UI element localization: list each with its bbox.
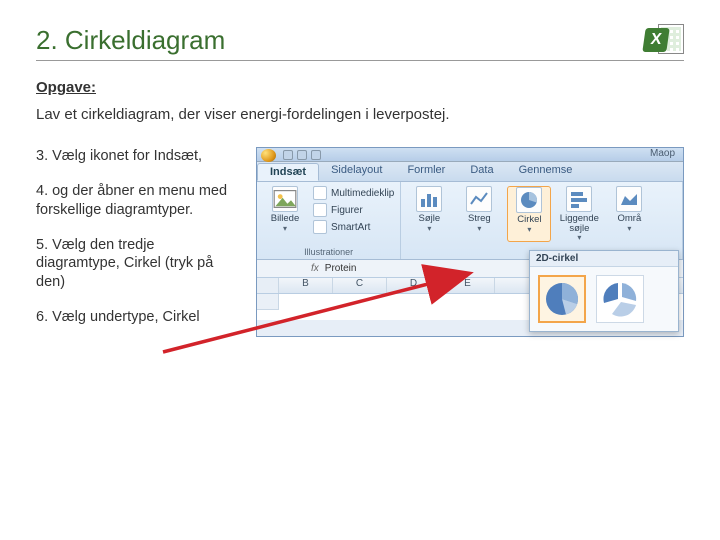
column-chart-icon (416, 186, 442, 212)
line-chart-icon (466, 186, 492, 212)
shapes-icon (313, 203, 327, 217)
excel-screenshot: Maop Indsæt Sidelayout Formler Data Genn… (256, 147, 684, 337)
step-3: 3. Vælg ikonet for Indsæt, (36, 147, 236, 166)
btn-smartart[interactable]: SmartArt (313, 220, 394, 234)
picture-icon (272, 186, 298, 212)
step-5: 5. Vælg den tredje diagramtype, Cirkel (… (36, 236, 236, 293)
gallery-header: 2D-cirkel (530, 251, 678, 267)
row-header[interactable] (257, 294, 279, 310)
pie-subtype-exploded[interactable] (596, 275, 644, 323)
btn-chart-omrade[interactable]: Områ▾ (607, 186, 651, 242)
group-charts: Søjle▾ Streg▾ Cirkel▾ Liggende søjl (401, 182, 683, 259)
btn-chart-sojle[interactable]: Søjle▾ (407, 186, 451, 242)
smartart-icon (313, 220, 327, 234)
formula-value[interactable]: Protein (325, 263, 357, 274)
btn-multimedieklip[interactable]: Multimedieklip (313, 186, 394, 200)
btn-billede[interactable]: Billede ▾ (263, 186, 307, 234)
btn-chart-streg[interactable]: Streg▾ (457, 186, 501, 242)
chevron-down-icon: ▾ (283, 224, 287, 233)
tab-data[interactable]: Data (458, 162, 506, 181)
bar-chart-icon (566, 186, 592, 212)
step-4: 4. og der åbner en menu med forskellige … (36, 182, 236, 220)
pie-subtype-cirkel[interactable] (538, 275, 586, 323)
col-b[interactable]: B (279, 278, 333, 293)
tab-gennemse[interactable]: Gennemse (507, 162, 586, 181)
tab-formler[interactable]: Formler (395, 162, 458, 181)
area-chart-icon (616, 186, 642, 212)
btn-chart-cirkel[interactable]: Cirkel▾ (507, 186, 551, 242)
subheading: Opgave: (36, 79, 684, 96)
col-d[interactable]: D (387, 278, 441, 293)
fx-icon[interactable]: fx (305, 263, 325, 274)
tab-sidelayout[interactable]: Sidelayout (319, 162, 395, 181)
pie-chart-icon (516, 187, 542, 213)
clip-icon (313, 186, 327, 200)
window-titlebar: Maop (257, 148, 683, 162)
ribbon: Billede ▾ Multimedieklip Figurer SmartAr… (257, 182, 683, 260)
col-e[interactable]: E (441, 278, 495, 293)
ribbon-tabs: Indsæt Sidelayout Formler Data Gennemse (257, 162, 683, 182)
app-title: Maop (650, 148, 675, 159)
btn-chart-liggende[interactable]: Liggende søjle▾ (557, 186, 601, 242)
step-6: 6. Vælg undertype, Cirkel (36, 308, 236, 327)
excel-logo: X (648, 22, 684, 58)
task-text: Lav et cirkeldiagram, der viser energi-f… (36, 106, 684, 123)
col-c[interactable]: C (333, 278, 387, 293)
group-illustrations: Billede ▾ Multimedieklip Figurer SmartAr… (257, 182, 401, 259)
office-button[interactable] (261, 149, 276, 162)
quick-access-toolbar[interactable] (283, 150, 321, 160)
tab-indsaet[interactable]: Indsæt (257, 163, 319, 181)
pie-gallery: 2D-cirkel (529, 250, 679, 332)
page-title: 2. Cirkeldiagram (36, 25, 225, 56)
btn-figurer[interactable]: Figurer (313, 203, 394, 217)
